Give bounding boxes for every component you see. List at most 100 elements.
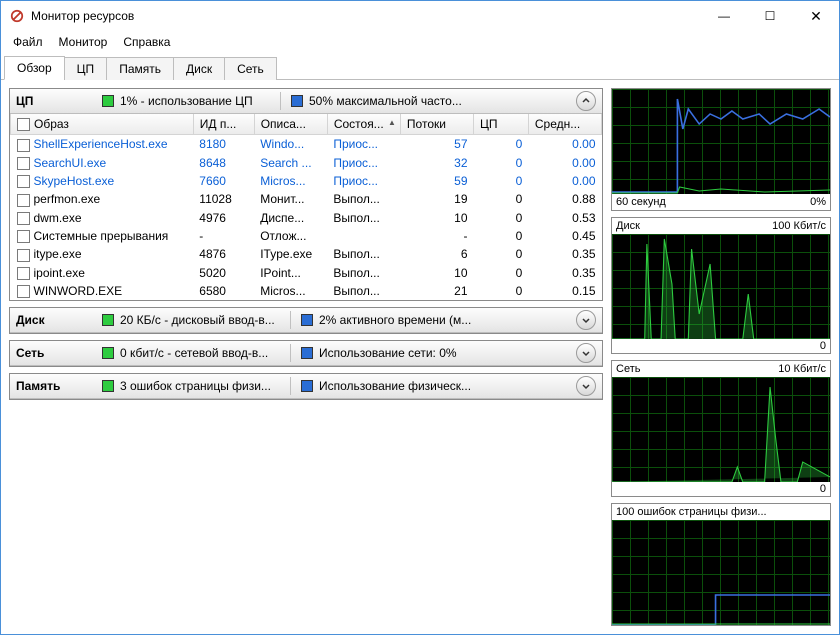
table-row[interactable]: dwm.exe4976Диспе...Выпол...1000.53 [11,209,602,227]
content-area: ЦП 1% - использование ЦП 50% максимально… [1,80,839,634]
col-avg[interactable]: Средн... [528,114,601,135]
mem-graph-title: 100 ошибок страницы физи... [616,506,767,518]
cpu-usage-text: 1% - использование ЦП [120,94,270,108]
row-checkbox[interactable] [17,285,30,298]
memory-panel-header[interactable]: Память 3 ошибок страницы физи... Использ… [10,374,602,399]
row-checkbox[interactable] [17,212,30,225]
window-controls: — ☐ ✕ [701,1,839,31]
net-io-icon [102,347,114,359]
net-graph-panel: Сеть 10 Кбит/с 0 [611,360,831,497]
row-checkbox[interactable] [17,249,30,262]
net-usage-icon [301,347,313,359]
network-panel-header[interactable]: Сеть 0 кбит/с - сетевой ввод-в... Исполь… [10,341,602,366]
tab-network[interactable]: Сеть [224,57,277,80]
cpu-panel-label: ЦП [16,94,96,108]
col-pid[interactable]: ИД п... [193,114,254,135]
memory-panel-label: Память [16,379,96,393]
disk-graph-title: Диск [616,220,640,232]
expand-button[interactable] [576,343,596,363]
disk-panel: Диск 20 КБ/с - дисковый ввод-в... 2% акт… [9,307,603,334]
table-row[interactable]: SearchUI.exe8648Search ...Приос...3200.0… [11,154,602,172]
tabbar: Обзор ЦП Память Диск Сеть [1,55,839,80]
memory-panel: Память 3 ошибок страницы физи... Использ… [9,373,603,400]
mem-usage-icon [301,380,313,392]
disk-io-text: 20 КБ/с - дисковый ввод-в... [120,313,280,327]
cpu-graph-value: 0% [810,196,826,208]
net-graph-footer: 0 [612,482,830,496]
disk-panel-header[interactable]: Диск 20 КБ/с - дисковый ввод-в... 2% акт… [10,308,602,333]
disk-graph-scale: 100 Кбит/с [772,220,826,232]
table-row[interactable]: ipoint.exe5020IPoint...Выпол...1000.35 [11,264,602,282]
collapse-button[interactable] [576,91,596,111]
disk-active-icon [301,314,313,326]
cpu-graph [612,89,830,194]
network-panel-label: Сеть [16,346,96,360]
table-row[interactable]: ShellExperienceHost.exe8180Windo...Приос… [11,135,602,154]
cpu-usage-icon [102,95,114,107]
chevron-down-icon [581,381,591,391]
tab-cpu[interactable]: ЦП [64,57,108,80]
maximize-button[interactable]: ☐ [747,1,793,31]
disk-io-icon [102,314,114,326]
cpu-panel-header[interactable]: ЦП 1% - использование ЦП 50% максимально… [10,89,602,114]
network-panel: Сеть 0 кбит/с - сетевой ввод-в... Исполь… [9,340,603,367]
disk-graph-header: Диск 100 Кбит/с [612,218,830,234]
col-cpu[interactable]: ЦП [474,114,529,135]
close-button[interactable]: ✕ [793,1,839,31]
tab-overview[interactable]: Обзор [4,56,65,80]
menubar: Файл Монитор Справка [1,31,839,53]
row-checkbox[interactable] [17,267,30,280]
expand-button[interactable] [576,376,596,396]
menu-file[interactable]: Файл [5,33,51,51]
expand-button[interactable] [576,310,596,330]
window-title: Монитор ресурсов [31,9,701,23]
tab-disk[interactable]: Диск [173,57,225,80]
cpu-freq-icon [291,95,303,107]
disk-graph-footer: 0 [612,339,830,353]
mem-graph-header: 100 ошибок страницы физи... [612,504,830,520]
mem-faults-icon [102,380,114,392]
process-table: Образ ИД п... Описа... Состоя...▲ Потоки… [10,114,602,300]
table-row[interactable]: SkypeHost.exe7660Micros...Приос...5900.0… [11,172,602,190]
tab-memory[interactable]: Память [106,57,174,80]
menu-monitor[interactable]: Монитор [51,33,116,51]
mem-usage-text: Использование физическ... [319,379,570,393]
col-desc[interactable]: Описа... [254,114,327,135]
row-checkbox[interactable] [17,230,30,243]
table-row[interactable]: itype.exe4876IType.exeВыпол...600.35 [11,245,602,263]
net-graph [612,377,830,482]
row-checkbox[interactable] [17,139,30,152]
row-checkbox[interactable] [17,194,30,207]
process-table-wrap[interactable]: Образ ИД п... Описа... Состоя...▲ Потоки… [10,114,602,300]
row-checkbox[interactable] [17,175,30,188]
table-row[interactable]: Системные прерывания-Отлож...-00.45 [11,227,602,245]
minimize-button[interactable]: — [701,1,747,31]
net-io-text: 0 кбит/с - сетевой ввод-в... [120,346,280,360]
cpu-freq-text: 50% максимальной часто... [309,94,570,108]
cpu-graph-panel: 60 секунд 0% [611,88,831,211]
cpu-graph-time: 60 секунд [616,196,666,208]
cpu-graph-footer: 60 секунд 0% [612,194,830,210]
select-all-checkbox[interactable] [17,118,30,131]
col-threads[interactable]: Потоки [400,114,473,135]
table-row[interactable]: WINWORD.EXE6580Micros...Выпол...2100.15 [11,282,602,300]
col-image[interactable]: Образ [11,114,194,135]
app-icon [9,8,25,24]
menu-help[interactable]: Справка [115,33,178,51]
disk-panel-label: Диск [16,313,96,327]
mem-graph [612,520,830,625]
right-pane[interactable]: 60 секунд 0% Диск 100 Кбит/с 0 [607,80,839,634]
mem-faults-text: 3 ошибок страницы физи... [120,379,280,393]
net-graph-header: Сеть 10 Кбит/с [612,361,830,377]
chevron-up-icon [581,96,591,106]
disk-active-text: 2% активного времени (м... [319,313,570,327]
table-row[interactable]: perfmon.exe11028Монит...Выпол...1900.88 [11,190,602,208]
left-pane: ЦП 1% - использование ЦП 50% максимально… [1,80,607,634]
disk-graph [612,234,830,339]
row-checkbox[interactable] [17,157,30,170]
col-state[interactable]: Состоя...▲ [327,114,400,135]
net-graph-scale: 10 Кбит/с [778,363,826,375]
titlebar[interactable]: Монитор ресурсов — ☐ ✕ [1,1,839,31]
chevron-down-icon [581,315,591,325]
sort-arrow-icon: ▲ [388,118,396,127]
